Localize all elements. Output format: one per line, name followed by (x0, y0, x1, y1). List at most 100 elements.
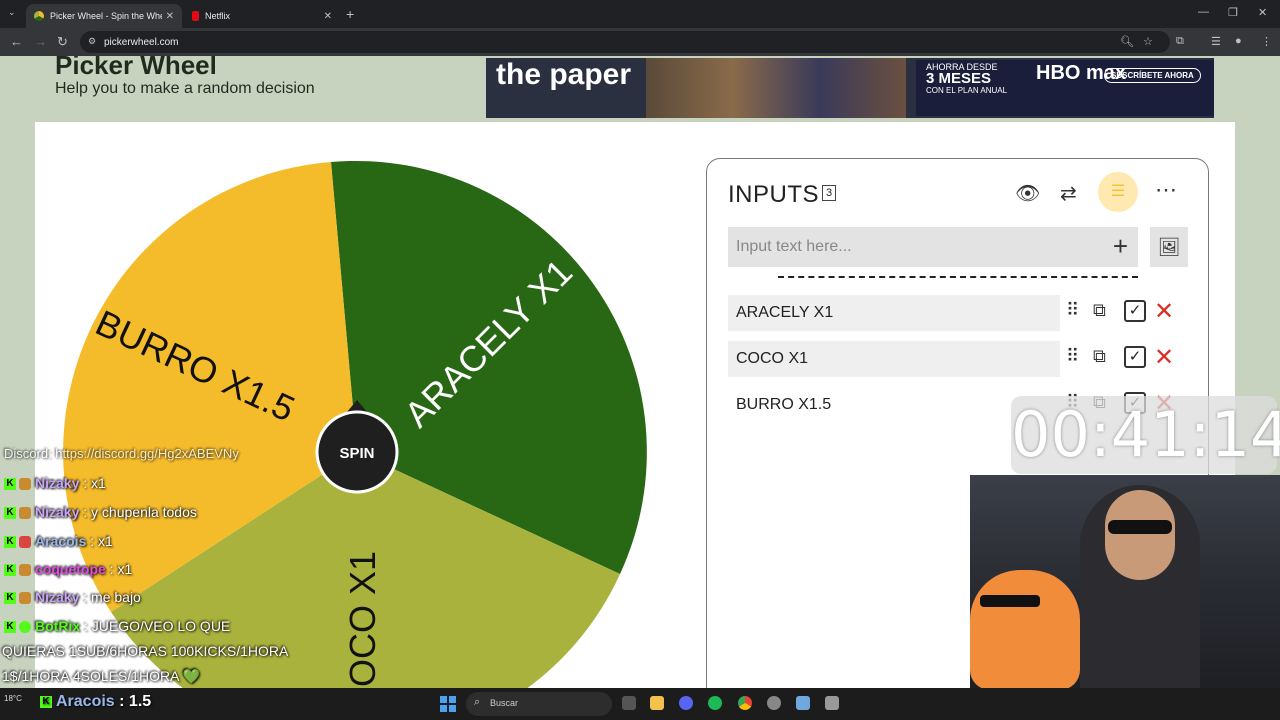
reload-icon[interactable]: ↻ (57, 34, 68, 50)
eye-icon[interactable]: 👁︎ (1015, 181, 1040, 206)
shuffle-icon[interactable]: ⇄ (1060, 181, 1077, 206)
weather-widget[interactable]: 18°C (4, 694, 22, 703)
tab-search-icon[interactable]: ⌄ (8, 7, 16, 18)
input-text-field[interactable]: Input text here... + (728, 227, 1138, 267)
close-tab-icon[interactable]: ✕ (324, 11, 332, 22)
delete-icon[interactable]: ✕ (1154, 297, 1174, 326)
close-window-icon[interactable]: ✕ (1258, 6, 1267, 19)
tab-netflix[interactable]: Netflix ✕ (184, 4, 340, 28)
chat-message: K Nizaky : me bajo (4, 589, 141, 605)
chat-username: Nizaky (35, 504, 80, 520)
kick-badge-icon: K (4, 564, 16, 577)
calculator-icon[interactable] (825, 696, 839, 710)
screen: ⌄ Picker Wheel - Spin the Wheel t ✕ Netf… (0, 0, 1280, 720)
chat-username: BotRix (35, 618, 81, 634)
delete-icon[interactable]: ✕ (1154, 343, 1174, 372)
user-badge-icon (19, 507, 31, 520)
extensions-icon[interactable]: ⧉ (1176, 35, 1184, 48)
divider (778, 276, 1138, 278)
chat-continuation: QUIERAS 1SUB/6HORAS 100KICKS/1HORA (2, 643, 289, 659)
drag-handle-icon[interactable]: ⠿ (1066, 346, 1079, 367)
picker-wheel-favicon-icon (34, 11, 44, 21)
chat-header: Discord: https://discord.gg/Hg2xABEVNy (4, 446, 239, 461)
inputs-count-badge: 3 (822, 185, 837, 201)
chat-username: coquetope (35, 561, 106, 577)
entry-checkbox[interactable]: ✓ (1124, 300, 1146, 322)
chat-message: Kcoquetope : x1 (4, 561, 132, 577)
duplicate-icon[interactable]: ⧉ (1093, 346, 1106, 367)
spotify-icon[interactable] (708, 696, 722, 710)
webcam-feed (970, 475, 1280, 690)
tab-title: Picker Wheel - Spin the Wheel t (50, 11, 162, 21)
netflix-favicon-icon (192, 11, 199, 21)
bookmark-star-icon[interactable]: ☆ (1143, 35, 1153, 48)
task-view-icon[interactable] (622, 696, 636, 710)
chat-bottom-line: K Aracois : 1.5 (40, 693, 151, 711)
stream-timer: 00:41:14 (1011, 396, 1280, 474)
drag-handle-icon[interactable]: ⠿ (1066, 300, 1079, 321)
tab-picker-wheel[interactable]: Picker Wheel - Spin the Wheel t ✕ (26, 4, 182, 28)
ad-headline: the paper (496, 58, 632, 91)
chat-username: Nizaky (35, 475, 80, 491)
browser-toolbar: ← → ↻ ⚙ pickerwheel.com 🔍︎ ☆ ⧉ ☰ ● ⋮ (0, 28, 1280, 56)
chrome-icon[interactable] (738, 696, 752, 710)
more-options-icon[interactable]: ⋯ (1155, 177, 1177, 203)
maximize-icon[interactable]: ❐ (1228, 6, 1238, 19)
ad-promo: AHORRA DESDE 3 MESES CON EL PLAN ANUAL H… (916, 60, 1214, 116)
ad-promo-big: 3 MESES (926, 70, 992, 87)
new-tab-icon[interactable]: + (346, 6, 354, 22)
entry-row: ARACELY X1 ⠿ ⧉ ✓ ✕ (728, 295, 1188, 331)
ad-cta-button[interactable]: SUSCRÍBETE AHORA (1104, 68, 1201, 83)
taskbar-search[interactable]: ⌕ Buscar (466, 692, 612, 716)
close-tab-icon[interactable]: ✕ (166, 11, 174, 22)
media-icon[interactable]: ☰ (1211, 35, 1221, 48)
entry-label[interactable]: ARACELY X1 (728, 295, 1060, 331)
chat-text: : x1 (109, 561, 133, 577)
windows-taskbar: 18°C K Aracois : 1.5 ⌕ Buscar (0, 688, 1280, 720)
discord-icon[interactable] (679, 696, 693, 710)
user-badge-icon (19, 478, 31, 491)
entry-row: COCO X1 ⠿ ⧉ ✓ ✕ (728, 341, 1188, 377)
minimize-icon[interactable]: — (1198, 6, 1209, 18)
address-bar[interactable]: ⚙ pickerwheel.com (80, 31, 1170, 53)
url-text: pickerwheel.com (104, 36, 179, 48)
back-icon[interactable]: ← (10, 34, 23, 49)
ad-promo-plan: CON EL PLAN ANUAL (926, 86, 1008, 95)
file-explorer-icon[interactable] (650, 696, 664, 710)
ad-image (646, 58, 906, 118)
zoom-icon[interactable]: 🔍︎ (1120, 35, 1134, 48)
kick-badge-icon: K (4, 507, 16, 520)
chat-username: Aracois (56, 693, 115, 710)
streamer-sunglasses (1108, 520, 1172, 534)
site-info-icon[interactable]: ⚙ (88, 36, 96, 47)
entry-checkbox[interactable]: ✓ (1124, 346, 1146, 368)
tab-title: Netflix (205, 11, 231, 21)
wheel-label-coco: COCO X1 (342, 551, 383, 688)
user-badge-icon (19, 564, 31, 577)
list-view-icon[interactable]: ☰ (1098, 172, 1138, 212)
site-subtitle: Help you to make a random decision (55, 80, 315, 97)
charmander-plush (970, 570, 1080, 690)
chat-text: : JUEGO/VEO LO QUE (84, 618, 231, 634)
profile-icon[interactable]: ● (1235, 35, 1242, 47)
duplicate-icon[interactable]: ⧉ (1093, 300, 1106, 321)
add-entry-icon[interactable]: + (1113, 231, 1128, 262)
banner-ad[interactable]: the paper AHORRA DESDE 3 MESES CON EL PL… (486, 58, 1214, 118)
windows-start-icon[interactable] (440, 696, 456, 712)
chat-text: : 1.5 (119, 693, 152, 710)
chat-message: K Nizaky : x1 (4, 475, 106, 491)
entry-label[interactable]: COCO X1 (728, 341, 1060, 377)
input-placeholder: Input text here... (736, 238, 852, 255)
menu-kebab-icon[interactable]: ⋮ (1261, 35, 1272, 48)
chat-text: : x1 (83, 475, 106, 491)
user-badge-icon (19, 536, 31, 549)
chat-message: K Nizaky : y chupenla todos (4, 504, 197, 520)
site-title[interactable]: Picker Wheel (55, 56, 217, 81)
forward-icon[interactable]: → (34, 34, 47, 49)
notepad-icon[interactable] (796, 696, 810, 710)
chat-message: K BotRix : JUEGO/VEO LO QUE (4, 618, 230, 634)
kick-badge-icon: K (4, 536, 16, 549)
chat-text: : y chupenla todos (83, 504, 197, 520)
image-upload-icon[interactable]: 🖼︎ (1150, 227, 1188, 267)
settings-icon[interactable] (767, 696, 781, 710)
